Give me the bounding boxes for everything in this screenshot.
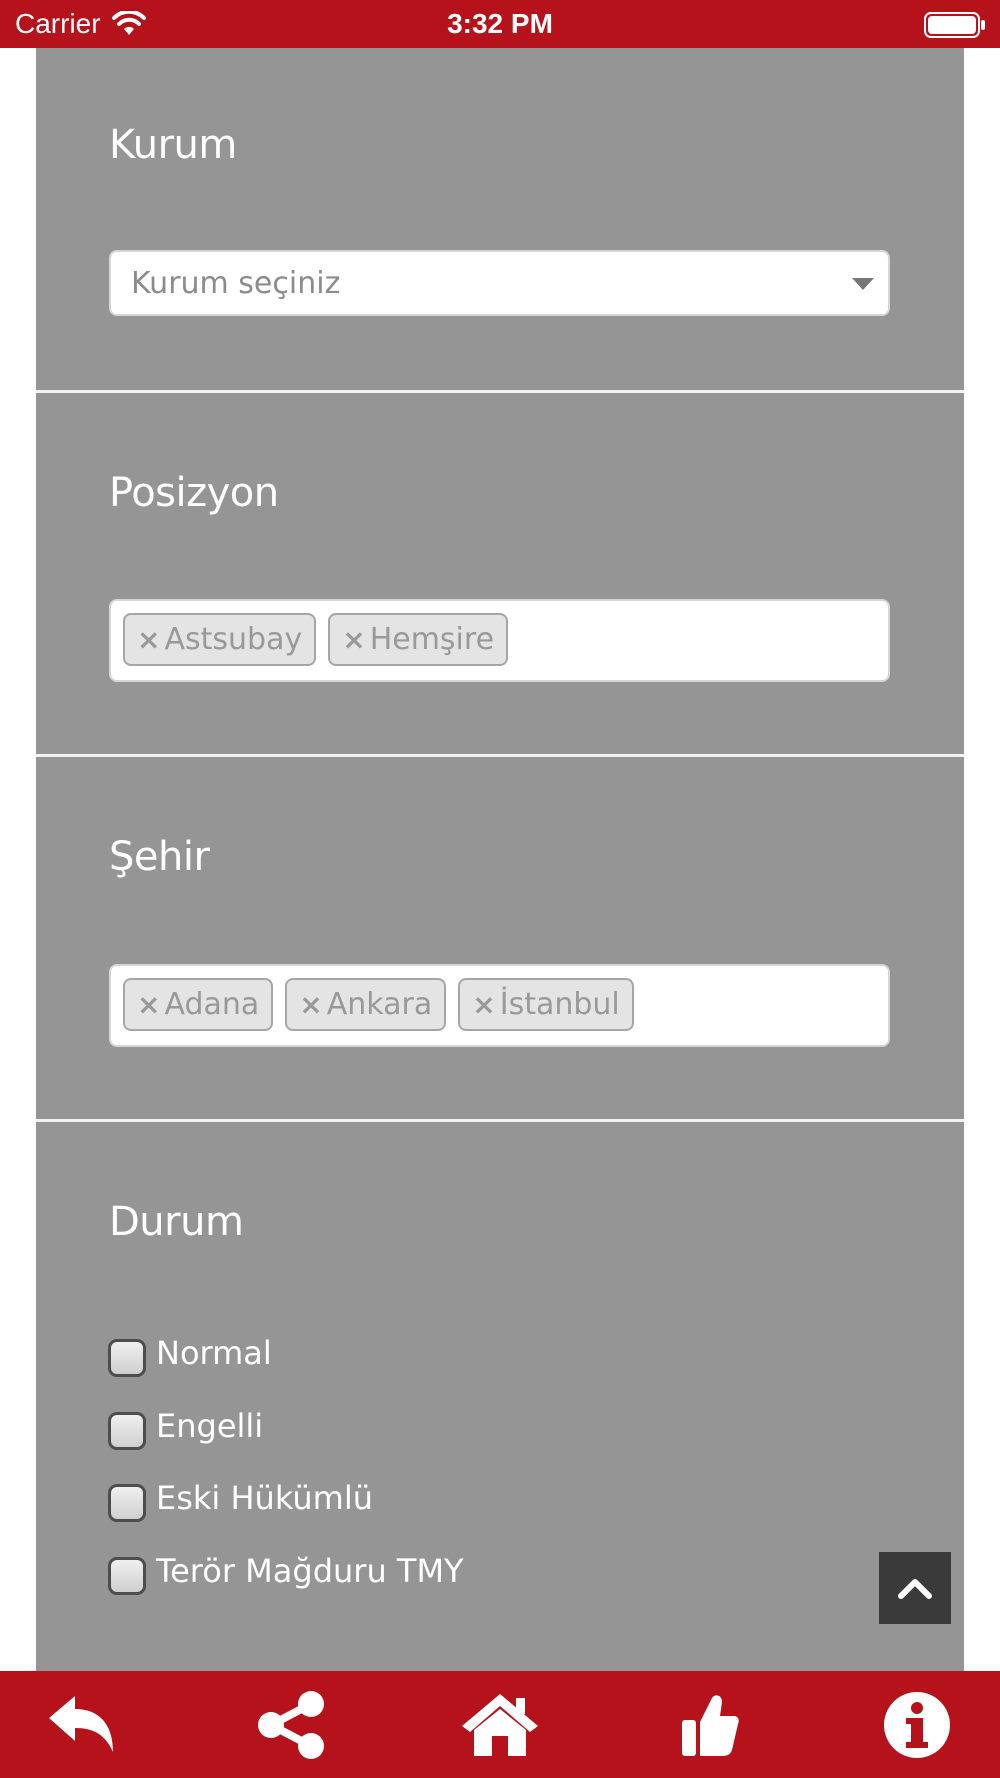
tag-label: Astsubay — [164, 622, 303, 657]
filter-form: Kurum Kurum seçiniz Posizyon × Astsubay … — [36, 48, 964, 1671]
durum-title: Durum — [109, 1199, 244, 1245]
tag-label: Adana — [164, 987, 260, 1022]
checkbox[interactable] — [108, 1412, 146, 1450]
checkbox[interactable] — [108, 1339, 146, 1377]
checkbox[interactable] — [108, 1484, 146, 1522]
divider — [36, 1119, 964, 1122]
chevron-down-icon — [852, 278, 874, 290]
home-button[interactable] — [460, 1685, 540, 1765]
tag-remove-icon[interactable]: × — [137, 988, 160, 1021]
share-button[interactable] — [252, 1685, 332, 1765]
durum-option-teror-magduru[interactable]: Terör Mağduru TMY — [108, 1547, 464, 1595]
battery-icon — [924, 12, 985, 38]
share-icon — [258, 1691, 324, 1759]
kurum-select-placeholder: Kurum seçiniz — [131, 266, 341, 301]
kurum-title: Kurum — [109, 122, 237, 168]
sehir-tag: × İstanbul — [458, 978, 634, 1031]
kurum-select[interactable]: Kurum seçiniz — [109, 250, 890, 316]
status-time: 3:32 PM — [447, 8, 553, 39]
checkbox-label: Engelli — [156, 1407, 264, 1445]
info-icon — [884, 1692, 950, 1758]
thumbs-up-icon — [682, 1695, 739, 1756]
posizyon-title: Posizyon — [109, 470, 279, 516]
info-button[interactable] — [877, 1685, 957, 1765]
sehir-tags: × Adana × Ankara × İstanbul — [123, 978, 634, 1031]
tag-label: Hemşire — [369, 622, 495, 657]
tag-label: Ankara — [326, 987, 433, 1022]
back-button[interactable] — [42, 1685, 122, 1765]
sehir-title: Şehir — [109, 834, 210, 880]
checkbox[interactable] — [108, 1557, 146, 1595]
durum-option-engelli[interactable]: Engelli — [108, 1402, 263, 1450]
checkbox-label: Eski Hükümlü — [156, 1479, 373, 1517]
sehir-multiselect[interactable]: × Adana × Ankara × İstanbul — [109, 964, 890, 1047]
posizyon-multiselect[interactable]: × Astsubay × Hemşire — [109, 599, 890, 682]
bottom-tab-bar — [0, 1671, 1000, 1778]
chevron-up-icon — [898, 1579, 932, 1599]
divider — [36, 390, 964, 393]
tag-label: İstanbul — [499, 987, 620, 1022]
like-button[interactable] — [670, 1685, 750, 1765]
scroll-top-button[interactable] — [879, 1552, 951, 1624]
sehir-tag: × Ankara — [285, 978, 447, 1031]
posizyon-tag: × Hemşire — [328, 613, 509, 666]
posizyon-tag: × Astsubay — [123, 613, 317, 666]
divider — [36, 754, 964, 757]
home-icon — [462, 1694, 538, 1756]
status-bar: Carrier 3:32 PM — [0, 0, 1000, 48]
tag-remove-icon[interactable]: × — [299, 988, 322, 1021]
tag-remove-icon[interactable]: × — [472, 988, 495, 1021]
durum-option-normal[interactable]: Normal — [108, 1329, 272, 1377]
back-icon — [49, 1696, 113, 1752]
sehir-tag: × Adana — [123, 978, 274, 1031]
durum-option-eski-hukumlu[interactable]: Eski Hükümlü — [108, 1474, 373, 1522]
checkbox-label: Terör Mağduru TMY — [156, 1552, 464, 1590]
checkbox-label: Normal — [156, 1334, 272, 1372]
posizyon-tags: × Astsubay × Hemşire — [123, 613, 509, 666]
tag-remove-icon[interactable]: × — [342, 623, 365, 656]
tag-remove-icon[interactable]: × — [137, 623, 160, 656]
